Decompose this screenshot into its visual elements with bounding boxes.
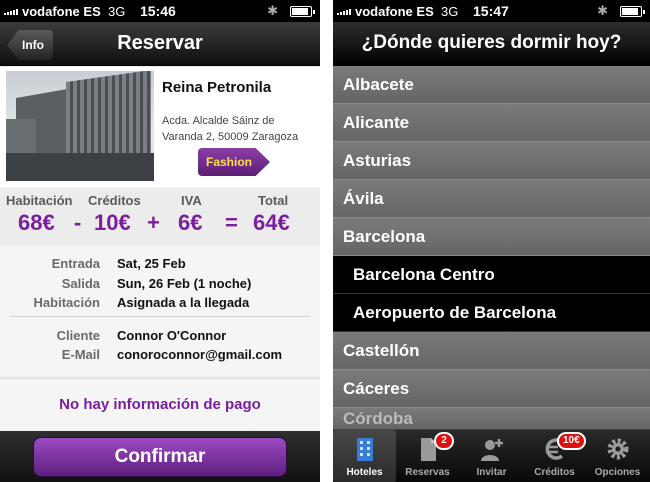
add-person-icon — [480, 439, 503, 461]
city-screen: vodafone ES 3G 15:47 ✱ ¿Dónde quieres do… — [333, 0, 650, 482]
detail-row: Habitación Asignada a la llegada — [0, 295, 320, 313]
notification-badge: 10€ — [557, 432, 586, 450]
battery-icon — [290, 6, 315, 17]
detail-value: Asignada a la llegada — [117, 295, 250, 310]
city-item[interactable]: Cáceres — [333, 370, 650, 408]
hotel-photo — [6, 71, 154, 181]
hotel-card: Reina Petronila Acda. Alcalde Sáinz de V… — [0, 67, 320, 187]
price-label-vat: IVA — [181, 193, 202, 208]
detail-key: Habitación — [33, 295, 100, 310]
page-title: Reservar — [117, 32, 203, 54]
tab-bar: Hoteles 2 Reservas Invitar 10€ Créditos — [333, 429, 650, 482]
city-item[interactable]: Córdoba — [333, 408, 650, 430]
price-label-credits: Créditos — [88, 193, 141, 208]
category-tag: Fashion — [198, 148, 270, 176]
notification-badge: 2 — [434, 432, 454, 450]
price-breakdown: Habitación Créditos IVA Total 68€ - 10€ … — [0, 188, 320, 244]
detail-row: Cliente Connor O'Connor — [0, 328, 320, 346]
confirm-button[interactable]: Confirmar — [33, 437, 287, 477]
bluetooth-icon: ✱ — [597, 3, 608, 18]
tab-label: Reservas — [405, 467, 450, 478]
tab-label: Hoteles — [346, 467, 383, 478]
signal-icon — [4, 5, 18, 15]
city-item[interactable]: Asturias — [333, 142, 650, 180]
detail-row: Salida Sun, 26 Feb (1 noche) — [0, 276, 320, 294]
signal-icon — [337, 5, 351, 15]
tab-hoteles[interactable]: Hoteles — [333, 430, 396, 482]
building-icon — [356, 438, 373, 461]
detail-row: E-Mail conoroconnor@gmail.com — [0, 347, 320, 365]
hotel-address: Acda. Alcalde Sáinz de Varanda 2, 50009 … — [162, 115, 299, 143]
price-label-total: Total — [258, 193, 289, 208]
booking-screen: vodafone ES 3G 15:46 ✱ Info Reservar Rei… — [0, 0, 320, 482]
sub-city-item[interactable]: Aeropuerto de Barcelona — [333, 294, 650, 332]
detail-value: conoroconnor@gmail.com — [117, 347, 283, 362]
payment-info-link[interactable]: No hay información de pago — [0, 378, 320, 430]
city-item[interactable]: Albacete — [333, 66, 650, 104]
detail-row: Entrada Sat, 25 Feb — [0, 256, 320, 274]
city-item[interactable]: Ávila — [333, 180, 650, 218]
price-op-minus: - — [74, 210, 82, 235]
detail-key: Salida — [61, 276, 100, 291]
detail-value: Sun, 26 Feb (1 noche) — [117, 276, 252, 291]
tab-creditos[interactable]: 10€ Créditos — [523, 430, 586, 482]
detail-value: Connor O'Connor — [117, 328, 227, 343]
city-list: Albacete Alicante Asturias Ávila Barcelo… — [333, 66, 650, 430]
hotel-name: Reina Petronila — [162, 79, 272, 96]
tab-label: Invitar — [476, 467, 507, 478]
sub-city-item[interactable]: Barcelona Centro — [333, 256, 650, 294]
nav-bar: Info Reservar — [0, 22, 320, 66]
network-label: 3G — [108, 4, 126, 19]
status-bar: vodafone ES 3G 15:47 ✱ — [333, 0, 650, 22]
booking-details: Entrada Sat, 25 Feb Salida Sun, 26 Feb (… — [0, 246, 320, 376]
bluetooth-icon: ✱ — [267, 3, 278, 18]
price-credits: 10€ — [94, 210, 131, 235]
price-total: 64€ — [253, 210, 290, 235]
nav-bar: ¿Dónde quieres dormir hoy? — [333, 22, 650, 66]
detail-value: Sat, 25 Feb — [117, 256, 186, 271]
city-item[interactable]: Castellón — [333, 332, 650, 370]
battery-icon — [620, 6, 645, 17]
price-room: 68€ — [18, 210, 55, 235]
detail-key: E-Mail — [61, 347, 100, 362]
network-label: 3G — [441, 4, 459, 19]
page-title: ¿Dónde quieres dormir hoy? — [361, 32, 622, 53]
tab-reservas[interactable]: 2 Reservas — [396, 430, 459, 482]
carrier-label: vodafone ES — [22, 4, 101, 19]
clock: 15:47 — [473, 3, 509, 19]
bottom-bar: Confirmar — [0, 431, 320, 482]
tab-label: Créditos — [534, 467, 575, 478]
divider — [10, 316, 310, 317]
price-op-plus: + — [147, 210, 160, 235]
clock: 15:46 — [140, 3, 176, 19]
carrier-label: vodafone ES — [355, 4, 434, 19]
price-label-room: Habitación — [6, 193, 73, 208]
detail-key: Cliente — [56, 328, 100, 343]
tab-label: Opciones — [594, 467, 641, 478]
gear-icon — [607, 438, 628, 460]
status-bar: vodafone ES 3G 15:46 ✱ — [0, 0, 320, 22]
price-op-equals: = — [225, 210, 238, 235]
price-vat: 6€ — [178, 210, 203, 235]
tab-invitar[interactable]: Invitar — [460, 430, 523, 482]
tab-opciones[interactable]: Opciones — [586, 430, 649, 482]
detail-key: Entrada — [51, 256, 100, 271]
city-item[interactable]: Alicante — [333, 104, 650, 142]
city-item[interactable]: Barcelona — [333, 218, 650, 256]
